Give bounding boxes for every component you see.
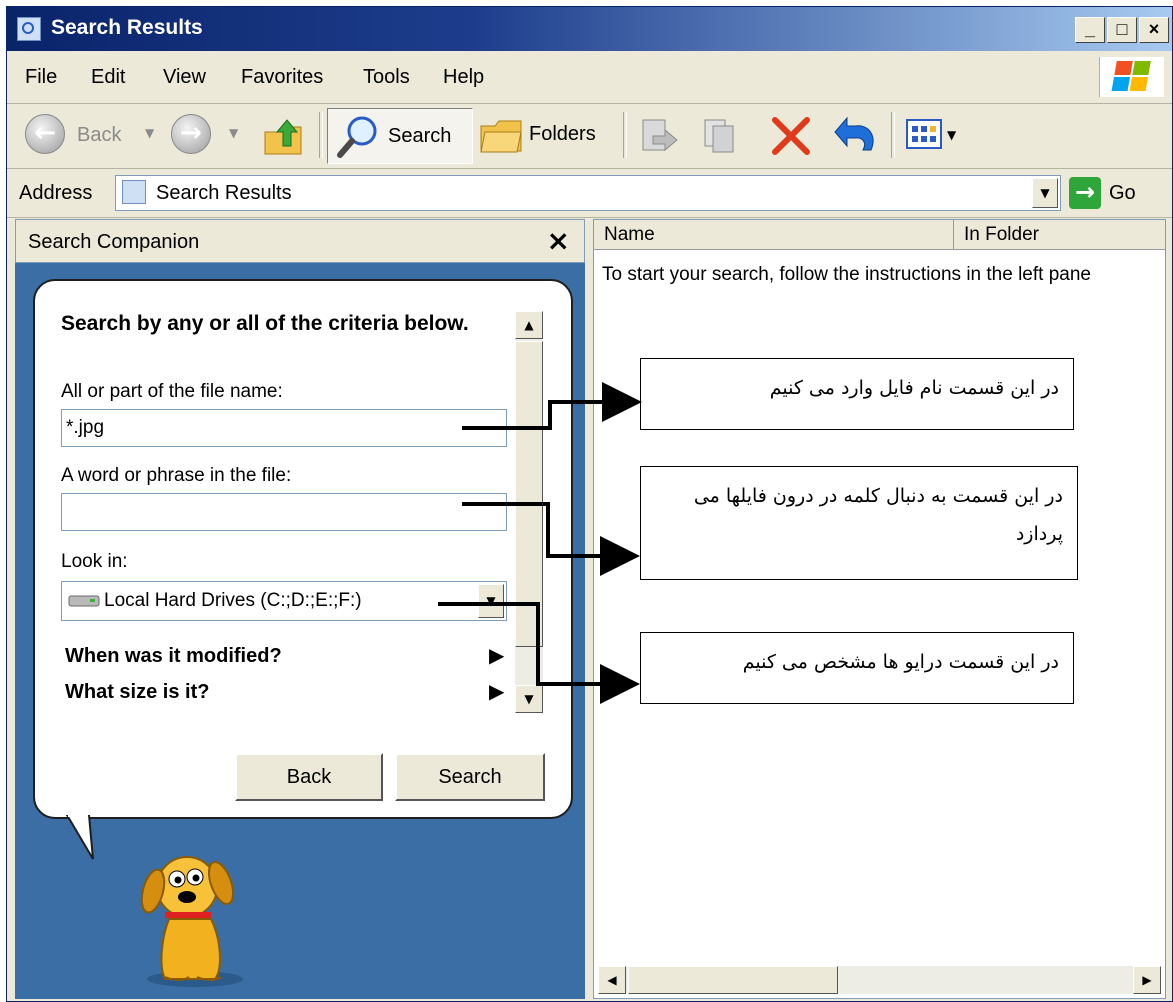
forward-dropdown-icon[interactable]: ▼ xyxy=(229,126,238,140)
menu-file[interactable]: File xyxy=(25,66,57,89)
modified-option[interactable]: When was it modified? xyxy=(65,645,282,668)
back-button[interactable]: Back xyxy=(235,753,383,801)
search-companion-header: Search Companion × xyxy=(15,219,585,263)
annotation-filename: در این قسمت نام فایل وارد می کنیم xyxy=(640,358,1074,430)
search-assistant-dog[interactable] xyxy=(125,839,265,989)
back-arrow-icon[interactable]: ← xyxy=(25,114,65,154)
lookin-value: Local Hard Drives (C:;D:;E:;F:) xyxy=(104,590,362,611)
views-dropdown-icon[interactable]: ▼ xyxy=(947,128,956,142)
address-bar: Address Search Results ▼ → Go xyxy=(7,169,1172,218)
toolbar: ← Back ▼ → ▼ Search Folders ▼ xyxy=(7,104,1172,169)
bubble-tail xyxy=(65,815,94,860)
address-label: Address xyxy=(19,182,93,204)
menu-favorites[interactable]: Favorites xyxy=(241,66,323,89)
close-button[interactable]: × xyxy=(1139,17,1169,43)
address-dropdown-icon[interactable]: ▼ xyxy=(1032,178,1058,208)
search-results-icon xyxy=(122,180,146,204)
maximize-button[interactable]: □ xyxy=(1107,17,1137,43)
go-button-label[interactable]: Go xyxy=(1109,182,1136,205)
menu-edit[interactable]: Edit xyxy=(91,66,125,89)
lookin-label: Look in: xyxy=(61,551,128,572)
size-expand-icon[interactable]: ▶ xyxy=(489,679,504,703)
results-horizontal-scrollbar[interactable]: ◀ ▶ xyxy=(598,966,1161,994)
folders-button-label[interactable]: Folders xyxy=(529,123,596,146)
menu-bar: File Edit View Favorites Tools Help xyxy=(7,51,1172,104)
move-to-icon[interactable] xyxy=(639,116,681,156)
lookin-dropdown-icon[interactable]: ▼ xyxy=(478,584,504,618)
magnifier-icon xyxy=(337,116,377,158)
scroll-left-icon[interactable]: ◀ xyxy=(598,966,626,994)
back-dropdown-icon[interactable]: ▼ xyxy=(145,126,154,140)
search-companion-pane: Search Companion × Search by any or all … xyxy=(15,219,585,999)
toolbar-separator xyxy=(623,112,627,158)
address-value: Search Results xyxy=(156,182,292,204)
folders-icon[interactable] xyxy=(479,116,525,156)
bubble-scrollbar[interactable]: ▲ ▼ xyxy=(515,311,543,713)
annotation-phrase: در این قسمت به دنبال کلمه در درون فایلها… xyxy=(640,466,1078,580)
title-bar[interactable]: Search Results _ □ × xyxy=(7,7,1172,51)
back-button-label[interactable]: Back xyxy=(77,124,121,147)
phrase-input[interactable] xyxy=(61,493,507,531)
forward-arrow-icon[interactable]: → xyxy=(171,114,211,154)
column-header-name[interactable]: Name xyxy=(594,220,954,250)
close-pane-icon[interactable]: × xyxy=(547,224,570,257)
modified-expand-icon[interactable]: ▶ xyxy=(489,643,504,667)
menu-help[interactable]: Help xyxy=(443,66,484,89)
search-button-label: Search xyxy=(388,125,452,147)
up-folder-icon[interactable] xyxy=(261,114,305,158)
search-window-icon xyxy=(17,17,41,41)
lookin-select[interactable]: Local Hard Drives (C:;D:;E:;F:) ▼ xyxy=(61,581,507,621)
column-in-folder-label: In Folder xyxy=(964,224,1039,245)
scroll-up-icon[interactable]: ▲ xyxy=(515,311,543,339)
views-icon[interactable] xyxy=(905,118,945,152)
minimize-button[interactable]: _ xyxy=(1075,17,1105,43)
column-name-label: Name xyxy=(604,224,655,245)
phrase-label: A word or phrase in the file: xyxy=(61,465,292,486)
column-header-in-folder[interactable]: In Folder xyxy=(954,220,1165,250)
search-toolbar-button[interactable]: Search xyxy=(327,108,473,164)
size-option[interactable]: What size is it? xyxy=(65,681,209,704)
scroll-down-icon[interactable]: ▼ xyxy=(515,685,543,713)
windows-flag-icon xyxy=(1111,61,1153,93)
filename-label: All or part of the file name: xyxy=(61,381,283,402)
undo-icon[interactable] xyxy=(833,112,881,158)
menu-view[interactable]: View xyxy=(163,66,206,89)
search-companion-title: Search Companion xyxy=(28,231,200,253)
results-instructions: To start your search, follow the instruc… xyxy=(602,264,1091,285)
filename-value: *.jpg xyxy=(66,417,105,438)
address-input[interactable]: Search Results ▼ xyxy=(115,175,1061,211)
search-button[interactable]: Search xyxy=(395,753,545,801)
go-arrow-icon[interactable]: → xyxy=(1069,177,1101,209)
filename-input[interactable]: *.jpg xyxy=(61,409,507,447)
window-title: Search Results xyxy=(51,16,203,39)
toolbar-separator xyxy=(319,112,323,158)
hard-drive-icon xyxy=(68,595,100,607)
annotation-lookin: در این قسمت درایو ها مشخص می کنیم xyxy=(640,632,1074,704)
scroll-right-icon[interactable]: ▶ xyxy=(1133,966,1161,994)
results-pane: Name In Folder To start your search, fol… xyxy=(593,219,1166,999)
search-heading: Search by any or all of the criteria bel… xyxy=(61,312,469,335)
search-bubble: Search by any or all of the criteria bel… xyxy=(33,279,573,819)
scroll-thumb[interactable] xyxy=(515,341,543,647)
horizontal-scroll-thumb[interactable] xyxy=(628,966,838,994)
copy-to-icon[interactable] xyxy=(701,116,743,156)
toolbar-separator xyxy=(891,112,895,158)
menu-tools[interactable]: Tools xyxy=(363,66,410,89)
delete-icon[interactable] xyxy=(769,114,813,158)
windows-logo xyxy=(1099,57,1164,97)
